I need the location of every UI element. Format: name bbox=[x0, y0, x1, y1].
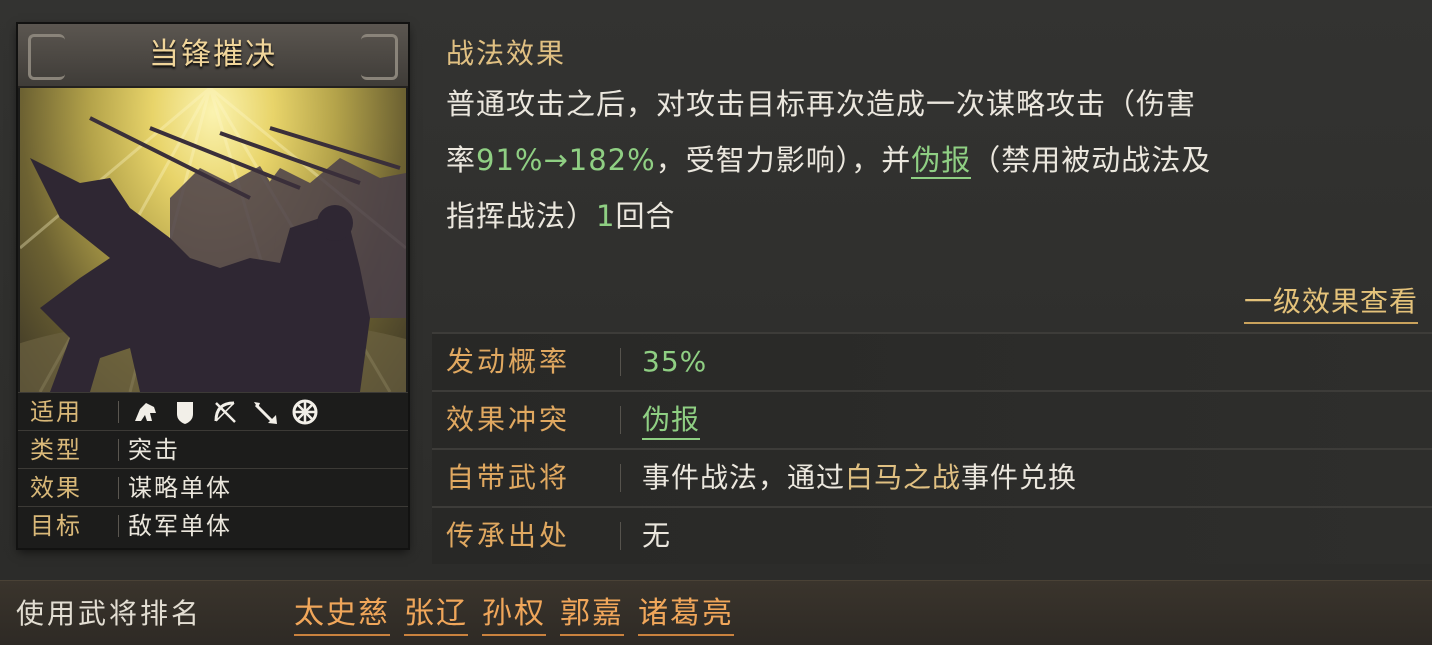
divider bbox=[620, 522, 621, 550]
desc-text: 回合 bbox=[615, 199, 676, 233]
info-row-type: 类型 突击 bbox=[18, 430, 408, 469]
spear-icon bbox=[254, 402, 277, 424]
card-title-bar: 当锋摧决 bbox=[18, 24, 408, 88]
siege-icon bbox=[292, 399, 318, 425]
level-one-effect-link[interactable]: 一级效果查看 bbox=[1243, 280, 1418, 324]
card-artwork bbox=[20, 88, 406, 392]
own-general-value: 事件战法，通过白马之战事件兑换 bbox=[642, 450, 1077, 506]
shield-icon bbox=[177, 402, 193, 424]
desc-text: （禁用被动战法及 bbox=[971, 143, 1212, 177]
info-key: 效果 bbox=[30, 474, 82, 502]
event-name-link[interactable]: 白马之战 bbox=[845, 461, 961, 494]
info-value: 突击 bbox=[128, 436, 180, 464]
false-report-conflict-link[interactable]: 伪报 bbox=[642, 403, 701, 440]
effect-conflict-value: 伪报 bbox=[642, 392, 701, 448]
false-report-link[interactable]: 伪报 bbox=[911, 143, 972, 179]
cavalry-charge-illustration bbox=[20, 88, 406, 392]
desc-line-2: 率91%→182%，受智力影响），并伪报（禁用被动战法及 bbox=[446, 132, 1416, 188]
info-key: 目标 bbox=[30, 512, 82, 540]
info-row-applicable: 适用 bbox=[18, 392, 408, 431]
card-info-table: 适用 类型 突击 效果 谋略单体 目标 敌军单体 bbox=[18, 392, 408, 548]
divider bbox=[118, 439, 119, 461]
desc-text: 率 bbox=[446, 143, 477, 177]
attr-key: 效果冲突 bbox=[446, 403, 571, 436]
general-link[interactable]: 孙权 bbox=[482, 588, 546, 636]
general-ranking-label: 使用武将排名 bbox=[16, 597, 203, 630]
general-link[interactable]: 诸葛亮 bbox=[638, 588, 734, 636]
archer-icon bbox=[214, 401, 236, 423]
card-title: 当锋摧决 bbox=[149, 37, 277, 72]
divider bbox=[620, 406, 621, 434]
info-value: 敌军单体 bbox=[128, 512, 232, 540]
attr-text: 事件战法，通过 bbox=[642, 461, 846, 494]
desc-line-1: 普通攻击之后，对攻击目标再次造成一次谋略攻击（伤害 bbox=[446, 87, 1197, 121]
attr-key: 自带武将 bbox=[446, 461, 571, 494]
attr-text: 事件兑换 bbox=[961, 461, 1078, 494]
general-ranking-list: 太史慈 张辽 孙权 郭嘉 诸葛亮 bbox=[294, 588, 734, 636]
general-link[interactable]: 张辽 bbox=[404, 588, 468, 636]
attr-key: 传承出处 bbox=[446, 519, 571, 552]
desc-text: 指挥战法） bbox=[446, 199, 597, 233]
divider bbox=[118, 401, 119, 423]
inheritance-value: 无 bbox=[642, 519, 672, 552]
divider bbox=[118, 477, 119, 499]
trigger-rate-value: 35% bbox=[642, 345, 708, 378]
duration-value: 1 bbox=[596, 199, 616, 233]
attr-row-own-general: 自带武将 事件战法，通过白马之战事件兑换 bbox=[432, 448, 1432, 506]
info-row-target: 目标 敌军单体 bbox=[18, 506, 408, 545]
attr-row-trigger-rate: 发动概率 35% bbox=[432, 332, 1432, 390]
divider bbox=[118, 515, 119, 537]
troop-type-icons bbox=[130, 397, 320, 427]
attr-row-effect-conflict: 效果冲突 伪报 bbox=[432, 390, 1432, 448]
attr-key: 发动概率 bbox=[446, 345, 571, 378]
effect-section-title: 战法效果 bbox=[446, 37, 567, 70]
info-key: 类型 bbox=[30, 436, 82, 464]
divider bbox=[620, 464, 621, 492]
cavalry-icon bbox=[135, 403, 156, 421]
general-link[interactable]: 太史慈 bbox=[294, 588, 390, 636]
info-value: 谋略单体 bbox=[128, 474, 232, 502]
effect-description: 普通攻击之后，对攻击目标再次造成一次谋略攻击（伤害 率91%→182%，受智力影… bbox=[446, 76, 1416, 244]
desc-line-3: 指挥战法）1回合 bbox=[446, 188, 1416, 244]
info-key: 适用 bbox=[30, 398, 82, 426]
desc-text: ，受智力影响），并 bbox=[655, 143, 912, 177]
general-link[interactable]: 郭嘉 bbox=[560, 588, 624, 636]
damage-rate-value: 91%→182% bbox=[476, 143, 656, 177]
tactic-card: 当锋摧决 适用 类型 突击 效果 谋略单体 目标 敌军单体 bbox=[18, 24, 408, 548]
divider bbox=[620, 348, 621, 376]
info-row-effect: 效果 谋略单体 bbox=[18, 468, 408, 507]
attr-row-inheritance: 传承出处 无 bbox=[432, 506, 1432, 564]
